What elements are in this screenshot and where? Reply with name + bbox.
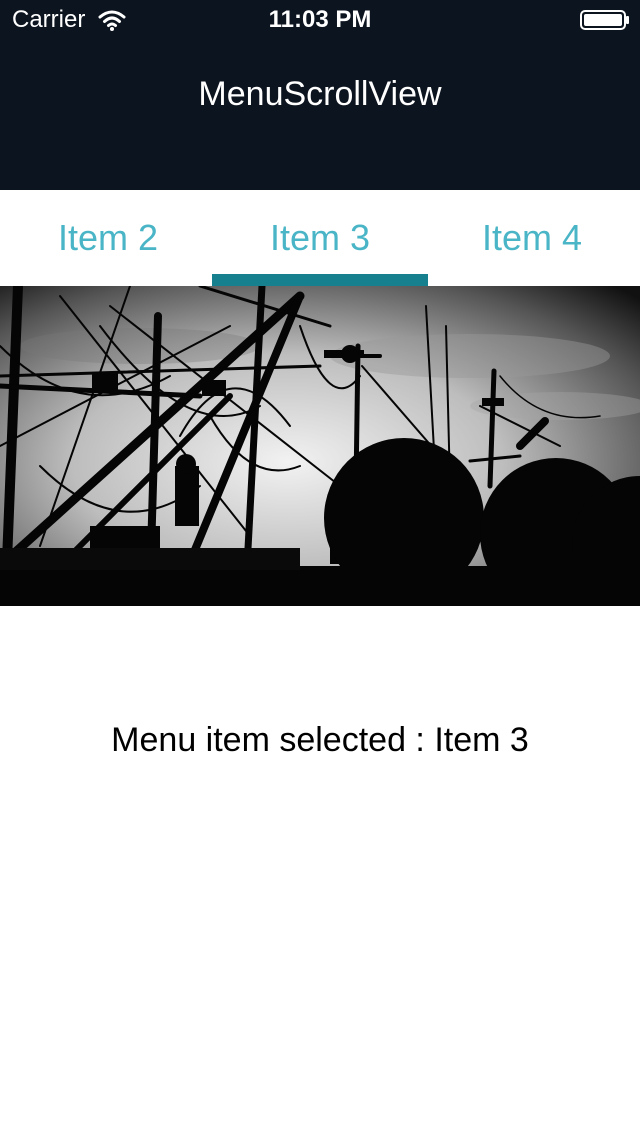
menu-item-label: Item 2 [57, 217, 159, 258]
status-bar: Carrier 11:03 PM [0, 0, 640, 40]
status-time: 11:03 PM [268, 6, 372, 33]
ship-rigging-silhouette-image [0, 286, 640, 606]
selected-item-message: Menu item selected : Item 3 [111, 721, 529, 759]
menu-scroll-view[interactable]: Item 2 Item 3 Item 4 [0, 190, 640, 286]
page-title: MenuScrollView [198, 75, 442, 113]
navigation-header: Carrier 11:03 PM MenuScrollView [0, 0, 640, 190]
menu-item-label: Item 3 [269, 217, 371, 258]
app-screen: Carrier 11:03 PM MenuScrollView Item 2 I… [0, 0, 640, 1136]
menu-item-3[interactable]: Item 3 [212, 190, 428, 286]
menu-item-2[interactable]: Item 2 [0, 190, 216, 286]
menu-item-4[interactable]: Item 4 [424, 190, 640, 286]
selected-tab-indicator [212, 274, 428, 286]
menu-item-label: Item 4 [481, 217, 583, 258]
battery-icon [580, 10, 629, 30]
header-photo [0, 286, 640, 606]
